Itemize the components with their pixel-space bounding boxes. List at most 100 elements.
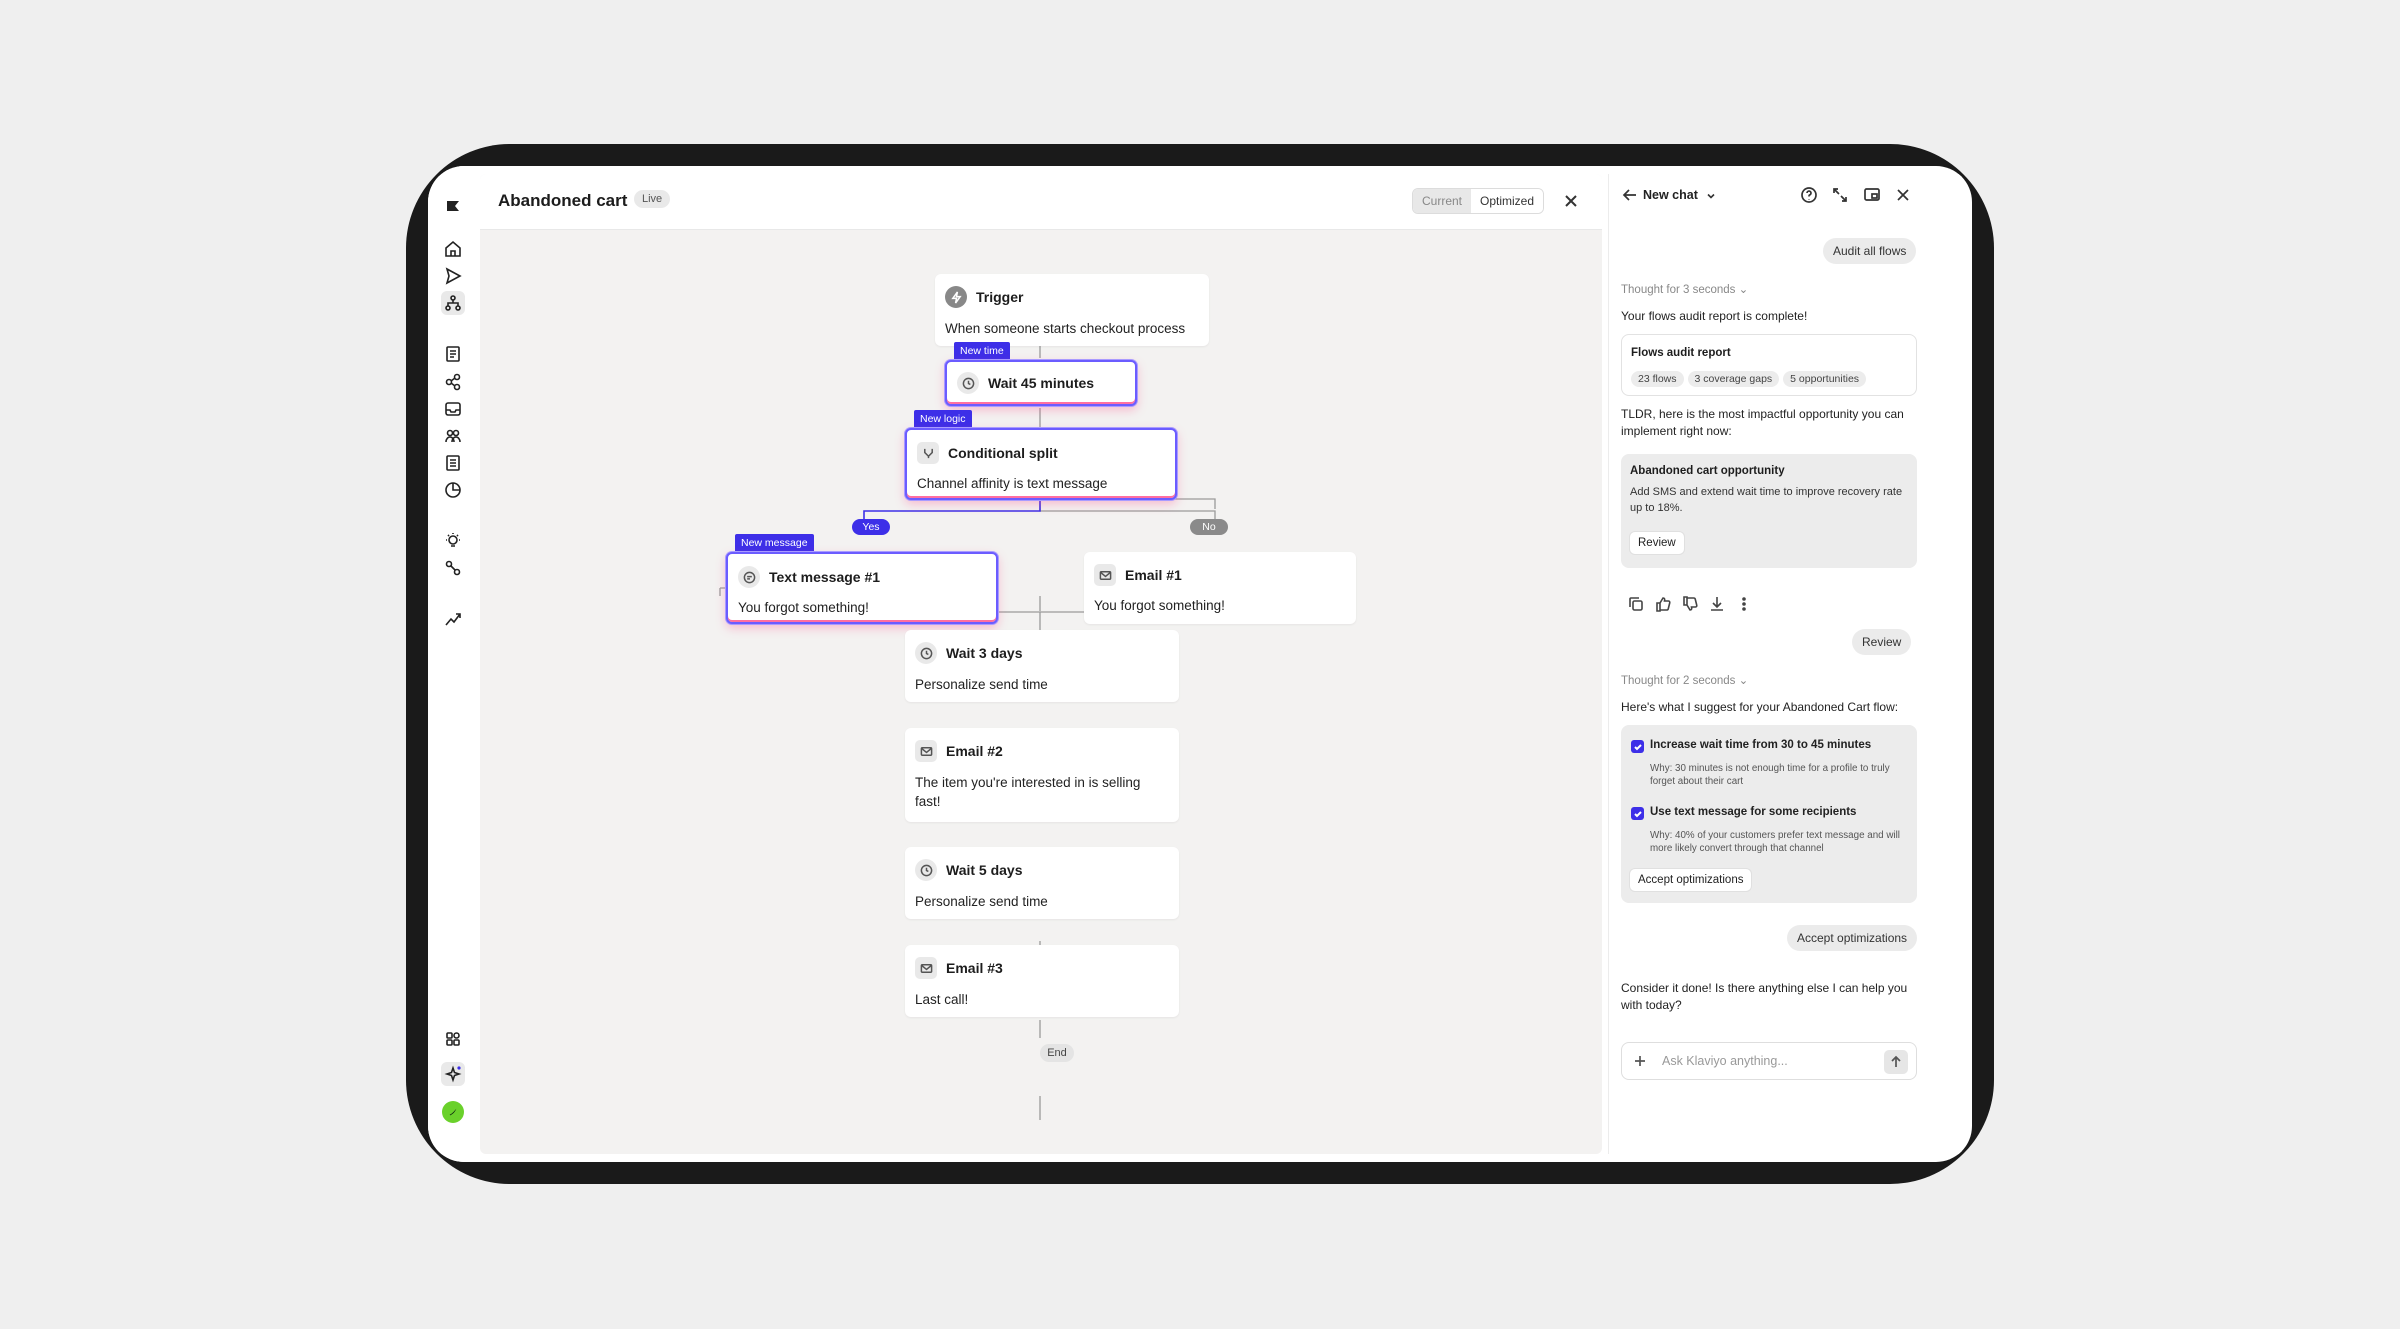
wait-5-days-card[interactable]: Wait 5 days Personalize send time [905,847,1179,919]
user-message-review: Review [1852,629,1912,655]
accept-optimizations-button[interactable]: Accept optimizations [1630,869,1752,891]
segments-icon[interactable] [441,370,465,394]
download-icon[interactable] [1708,595,1726,618]
option-text-message[interactable]: Use text message for some recipients [1631,806,1856,820]
analytics-icon[interactable] [441,478,465,502]
email-2-title: Email #2 [946,743,1003,759]
apps-icon[interactable] [441,1027,465,1051]
chip-coverage-gaps: 3 coverage gaps [1687,371,1780,387]
mail-icon [915,957,937,979]
split-title: Conditional split [948,445,1058,461]
split-description: Channel affinity is text message [917,476,1108,491]
checkbox-checked-icon[interactable] [1631,740,1644,753]
trigger-card[interactable]: Trigger When someone starts checkout pro… [935,274,1209,346]
plus-icon[interactable] [1632,1053,1648,1069]
opportunity-title: Abandoned cart opportunity [1630,465,1785,477]
flow-canvas[interactable]: Trigger When someone starts checkout pro… [480,230,1602,1154]
user-message-audit: Audit all flows [1823,238,1917,264]
content-icon[interactable] [441,451,465,475]
flows-icon[interactable] [441,291,465,315]
option-wait-time[interactable]: Increase wait time from 30 to 45 minutes [1631,739,1871,753]
email-3-description: Last call! [915,992,969,1007]
close-icon[interactable] [1894,186,1912,204]
tab-optimized[interactable]: Optimized [1471,189,1544,213]
back-arrow-icon[interactable] [1621,186,1639,204]
split-icon [917,442,939,464]
suggest-text: Here's what I suggest for your Abandoned… [1621,700,1899,714]
email-1-description: You forgot something! [1094,598,1225,613]
chip-flows: 23 flows [1631,371,1684,387]
wait-45-card[interactable]: Wait 45 minutes [945,360,1137,406]
thought-toggle-2[interactable]: Thought for 2 seconds ⌄ [1621,673,1748,687]
ai-sparkle-icon[interactable] [441,1062,465,1086]
option-wait-time-why: Why: 30 minutes is not enough time for a… [1650,763,1890,787]
audit-report-card[interactable]: Flows audit report 23 flows 3 coverage ga… [1621,334,1917,396]
user-message-accept: Accept optimizations [1787,925,1918,951]
campaigns-icon[interactable] [441,264,465,288]
email-2-description-line1: The item you're interested in is selling [915,775,1141,790]
chat-title[interactable]: New chat [1643,188,1698,202]
checkbox-checked-icon[interactable] [1631,807,1644,820]
chevron-down-icon: ⌄ [1738,675,1749,687]
audit-report-chips: 23 flows 3 coverage gaps 5 opportunities [1631,369,1870,387]
new-logic-tag: New logic [914,410,972,428]
ai-chat-panel: New chat Audit all flows Thought for 3 s… [1608,174,1962,1154]
status-badge: Live [634,190,671,208]
no-branch-label: No [1190,519,1228,535]
trigger-title: Trigger [976,289,1024,305]
new-message-tag: New message [735,534,814,552]
copy-icon[interactable] [1627,595,1645,618]
email-1-card[interactable]: Email #1 You forgot something! [1084,552,1356,624]
home-icon[interactable] [441,237,465,261]
audience-icon[interactable] [441,424,465,448]
chevron-down-icon[interactable] [1705,189,1717,201]
ideas-icon[interactable] [441,529,465,553]
help-icon[interactable] [1800,186,1818,204]
conditional-split-card[interactable]: Conditional split Channel affinity is te… [905,428,1177,500]
new-time-tag: New time [954,342,1010,360]
tldr-text: TLDR, here is the most impactful opportu… [1621,407,1904,438]
text-message-1-title: Text message #1 [769,569,881,585]
flag-logo-icon[interactable] [441,195,465,219]
wait-3-days-card[interactable]: Wait 3 days Personalize send time [905,630,1179,702]
option-wait-time-label: Increase wait time from 30 to 45 minutes [1650,739,1872,751]
email-3-card[interactable]: Email #3 Last call! [905,945,1179,1017]
thought-2-label: Thought for 2 seconds [1621,675,1736,687]
option-text-message-label: Use text message for some recipients [1650,806,1857,818]
email-1-title: Email #1 [1125,567,1182,583]
review-button[interactable]: Review [1630,532,1684,554]
expand-icon[interactable] [1831,186,1849,204]
assistant-final-reply: Consider it done! Is there anything else… [1621,981,1908,1012]
chat-input-placeholder[interactable]: Ask Klaviyo anything... [1662,1054,1788,1068]
trigger-description: When someone starts checkout process [945,321,1186,336]
flow-editor: Abandoned cart Live Current Optimized Tr… [480,174,1602,1154]
chevron-down-icon: ⌄ [1738,284,1749,296]
thumbs-up-icon[interactable] [1654,595,1672,618]
send-arrow-icon[interactable] [1884,1050,1908,1074]
thought-1-label: Thought for 3 seconds [1621,284,1736,296]
close-icon[interactable] [1560,190,1582,212]
tab-current[interactable]: Current [1413,189,1472,213]
picture-in-picture-icon[interactable] [1863,186,1881,204]
email-2-card[interactable]: Email #2 The item you're interested in i… [905,728,1179,822]
opportunity-description: Add SMS and extend wait time to improve … [1630,486,1903,514]
avatar[interactable] [441,1100,465,1124]
inbox-icon[interactable] [441,397,465,421]
opportunity-card: Abandoned cart opportunity Add SMS and e… [1621,454,1917,568]
integrations-icon[interactable] [441,556,465,580]
assistant-reply-1: Your flows audit report is complete! [1621,309,1808,323]
trends-icon[interactable] [441,607,465,631]
page-title: Abandoned cart [498,191,628,210]
email-3-title: Email #3 [946,960,1003,976]
email-2-description-line2: fast! [915,794,941,809]
sidebar [428,166,478,1162]
chat-input[interactable]: Ask Klaviyo anything... [1621,1042,1917,1080]
thumbs-down-icon[interactable] [1681,595,1699,618]
thought-toggle-1[interactable]: Thought for 3 seconds ⌄ [1621,282,1748,296]
text-message-1-card[interactable]: Text message #1 You forgot something! [726,552,998,624]
more-options-icon[interactable] [1735,595,1753,618]
lightning-icon [945,286,967,308]
audit-report-title: Flows audit report [1631,347,1731,359]
wait-3-title: Wait 3 days [946,645,1023,661]
forms-icon[interactable] [441,342,465,366]
